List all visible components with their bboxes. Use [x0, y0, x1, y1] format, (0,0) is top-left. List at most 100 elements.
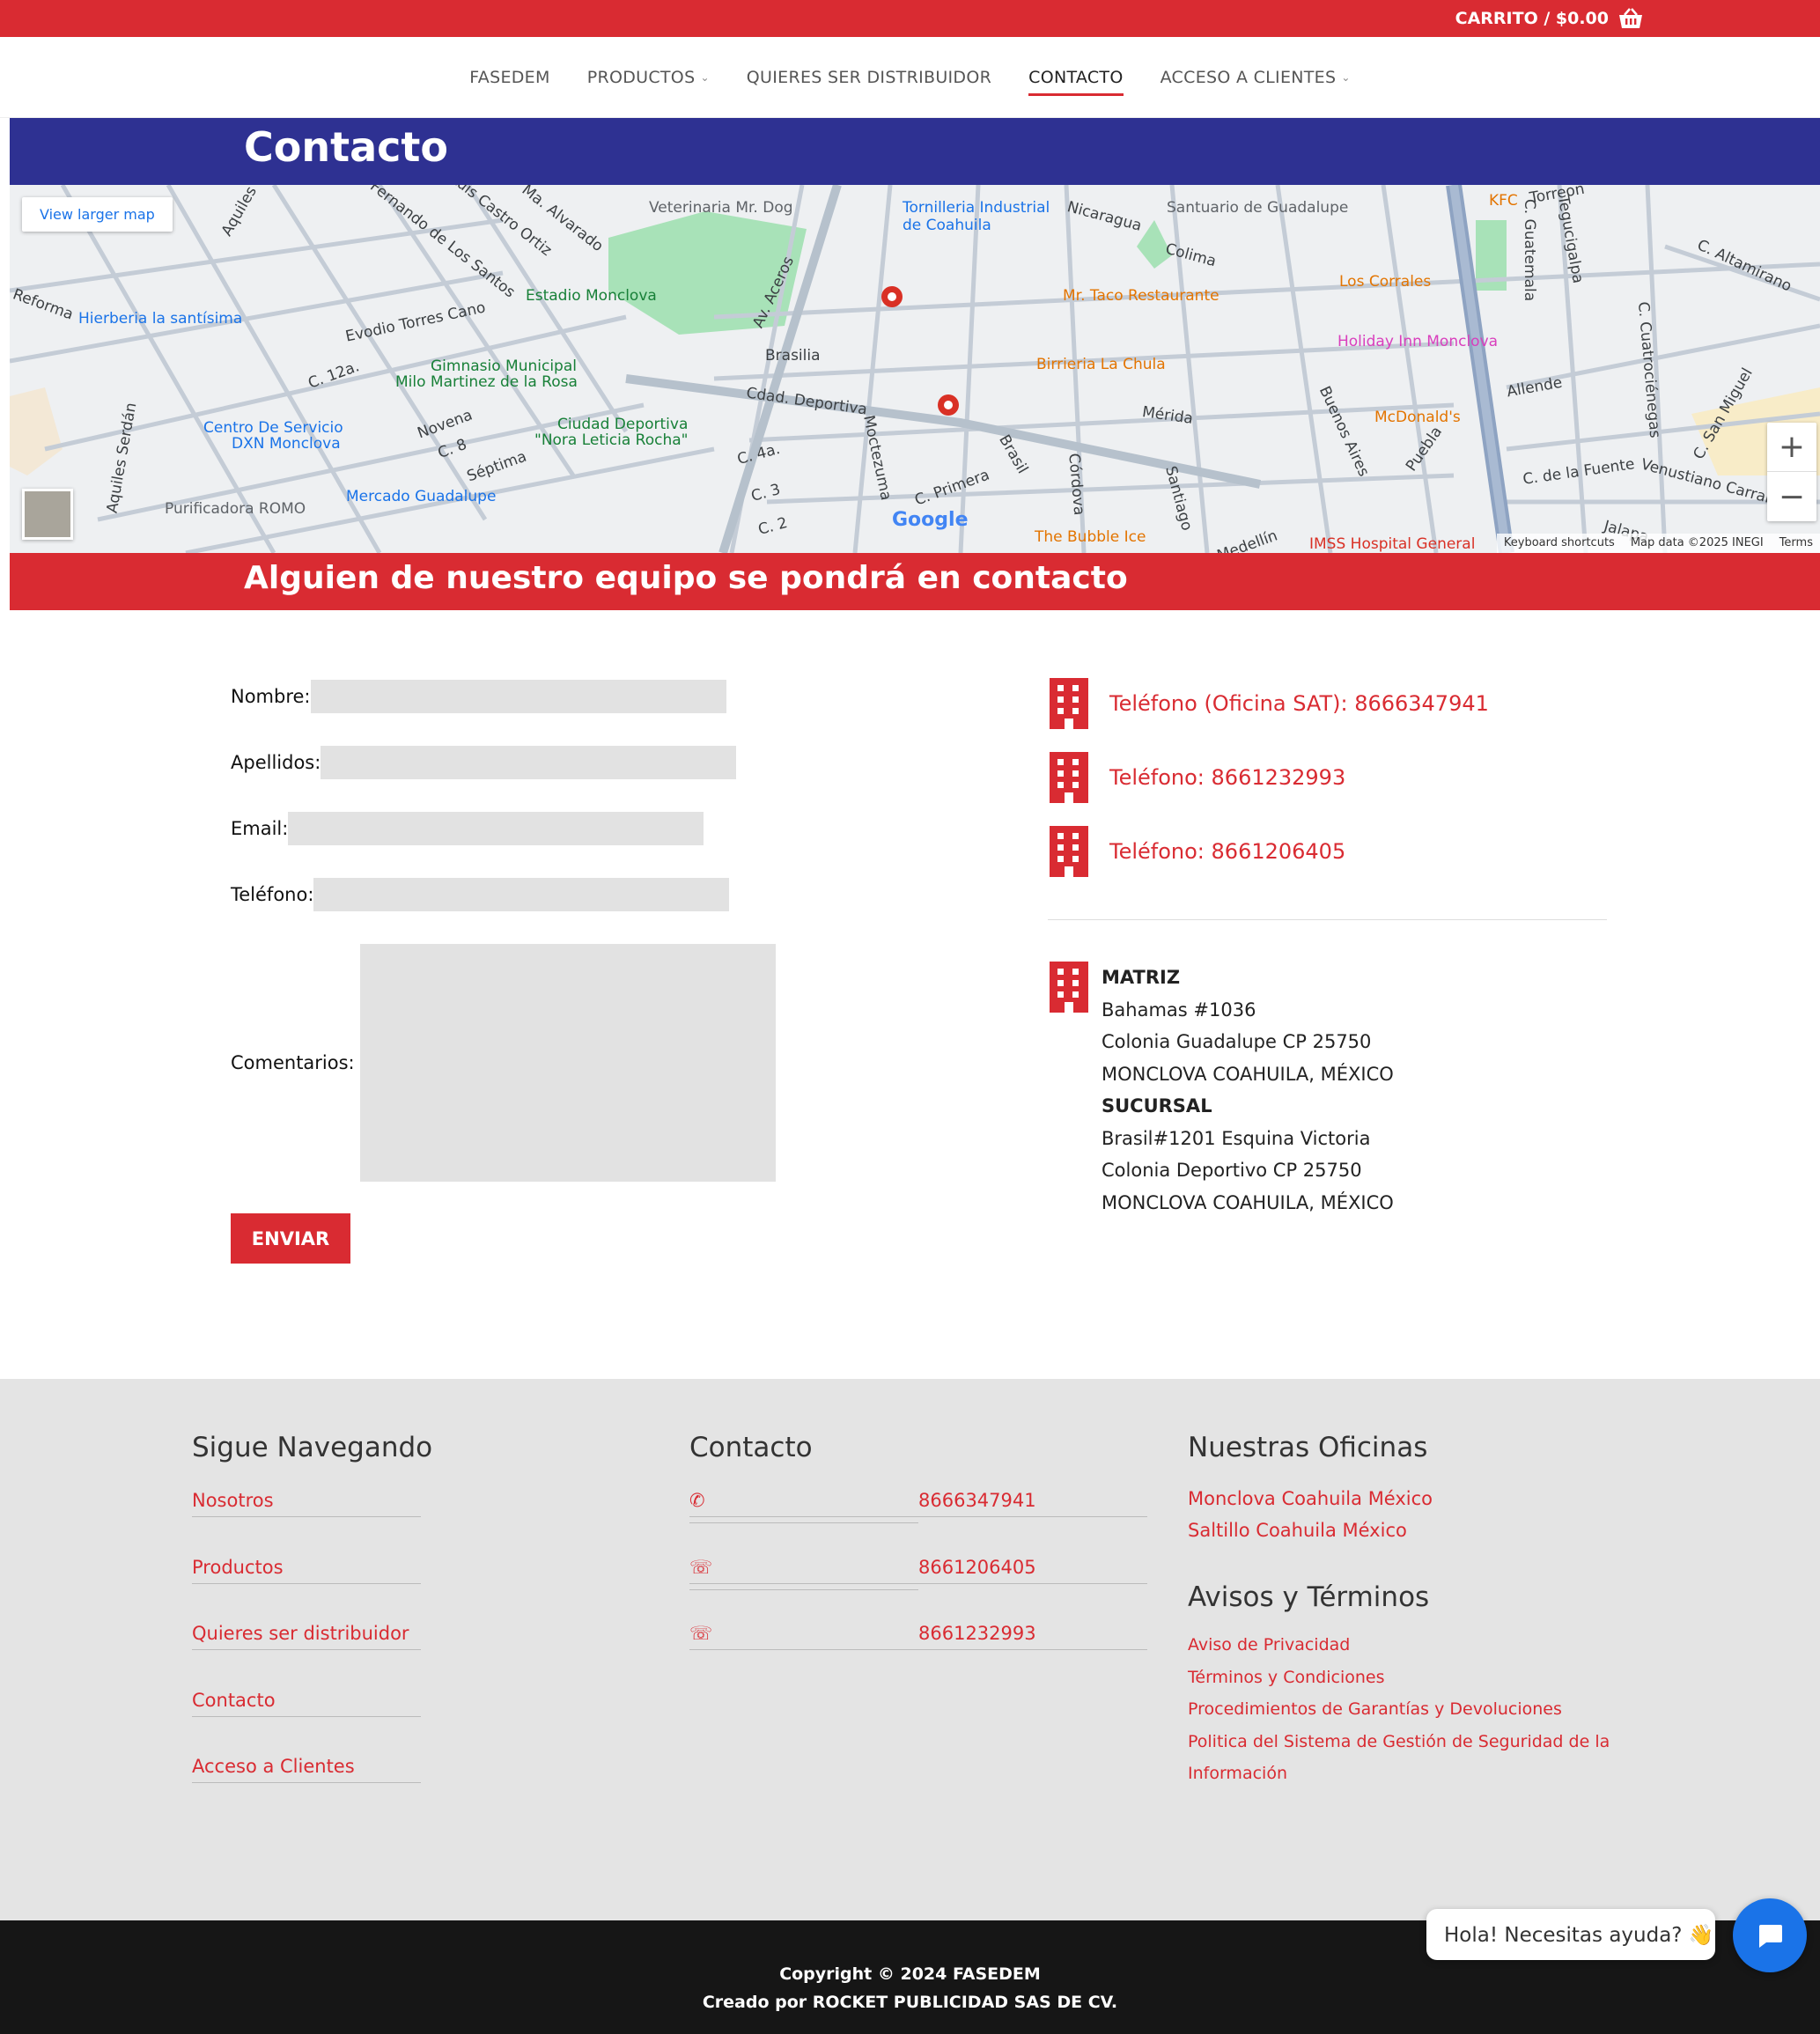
footer-legal-title: Avisos y Términos	[1188, 1581, 1430, 1613]
footer-whatsapp-link[interactable]: ☏ 8661232993	[689, 1616, 1147, 1683]
sucursal-line: Brasil#1201 Esquina Victoria	[1102, 1127, 1371, 1149]
map-place[interactable]: "Nora Leticia Rocha"	[534, 431, 688, 449]
terms-link[interactable]: Terms	[1779, 536, 1813, 550]
enviar-button[interactable]: ENVIAR	[231, 1213, 350, 1264]
satellite-toggle[interactable]	[22, 489, 73, 540]
whatsapp-icon: ☏	[689, 1623, 918, 1650]
footer-contact-column: Contacto ✆ 8666347941 ☏ 8661206405 ☏ 866…	[689, 1432, 1147, 1683]
map-attribution: Keyboard shortcuts Map data ©2025 INEGI …	[1496, 534, 1820, 553]
footer-link-productos[interactable]: Productos	[192, 1550, 421, 1617]
phone-item[interactable]: Teléfono (Oficina SAT): 8666347941	[1048, 678, 1489, 729]
cart-link[interactable]: CARRITO / $0.00	[1455, 0, 1644, 37]
phone-icon: ✆	[689, 1490, 918, 1517]
map-place[interactable]: Mercado Guadalupe	[346, 488, 496, 505]
nombre-row: Nombre:	[231, 680, 726, 713]
map-place[interactable]: Gimnasio Municipal	[431, 357, 577, 375]
zoom-out-icon[interactable]: −	[1767, 472, 1816, 521]
map-street: Brasilia	[765, 347, 821, 365]
divider	[1048, 919, 1607, 920]
contact-banner-text: Alguien de nuestro equipo se pondrá en c…	[244, 560, 1128, 596]
email-input[interactable]	[288, 812, 704, 845]
map-place[interactable]: The Bubble Ice	[1035, 528, 1146, 546]
nav-label: PRODUCTOS	[586, 68, 696, 87]
map-zoom-controls: + −	[1767, 423, 1816, 521]
top-bar: CARRITO / $0.00	[0, 0, 1820, 37]
legal-link-garantias[interactable]: Procedimientos de Garantías y Devolucion…	[1188, 1693, 1610, 1726]
nav-item-distribuidor[interactable]: QUIERES SER DISTRIBUIDOR	[747, 68, 991, 87]
basket-icon	[1619, 8, 1642, 28]
telefono-row: Teléfono:	[231, 878, 730, 911]
phone-text: Teléfono: 8661206405	[1109, 839, 1346, 864]
map-place[interactable]: Mr. Taco Restaurante	[1063, 287, 1219, 305]
telefono-input[interactable]	[313, 878, 730, 911]
apellidos-label: Apellidos:	[231, 752, 321, 773]
map-place[interactable]: Centro De Servicio	[203, 419, 343, 437]
whatsapp-icon: ☏	[689, 1557, 918, 1584]
footer-whatsapp-link[interactable]: ☏ 8661206405	[689, 1550, 1147, 1617]
office-link-saltillo[interactable]: Saltillo Coahuila México	[1188, 1514, 1610, 1546]
nav-item-fasedem[interactable]: FASEDEM	[469, 68, 549, 87]
chat-greeting-bubble[interactable]: Hola! Necesitas ayuda? 👋	[1426, 1909, 1715, 1960]
nav-item-productos[interactable]: PRODUCTOS ⌄	[587, 68, 710, 87]
nav-item-acceso-clientes[interactable]: ACCESO A CLIENTES ⌄	[1161, 68, 1351, 87]
footer-link-acceso-clientes[interactable]: Acceso a Clientes	[192, 1749, 421, 1816]
page-title: Contacto	[244, 123, 448, 171]
map-place[interactable]: Ciudad Deportiva	[557, 416, 688, 433]
map-place[interactable]: Veterinaria Mr. Dog	[649, 199, 793, 217]
legal-link-seguridad[interactable]: Politica del Sistema de Gestión de Segur…	[1188, 1726, 1610, 1758]
map-place[interactable]: Milo Martinez de la Rosa	[395, 373, 578, 391]
legal-link-privacidad[interactable]: Aviso de Privacidad	[1188, 1629, 1610, 1662]
comentarios-row: Comentarios:	[231, 944, 776, 1182]
map-place[interactable]: Holiday Inn Monclova	[1337, 333, 1498, 350]
zoom-in-icon[interactable]: +	[1767, 423, 1816, 472]
embedded-map[interactable]: View larger map Veterinaria Mr. Dog Torn…	[10, 185, 1820, 553]
footer-link-nosotros[interactable]: Nosotros	[192, 1483, 421, 1550]
nombre-label: Nombre:	[231, 686, 311, 707]
map-place[interactable]: Tornilleria Industrial	[903, 199, 1050, 217]
footer-link-contacto[interactable]: Contacto	[192, 1683, 421, 1750]
map-place[interactable]: de Coahuila	[903, 217, 991, 234]
footer: Sigue Navegando Nosotros Productos Quier…	[0, 1379, 1820, 1920]
footer-nav-column: Sigue Navegando Nosotros Productos Quier…	[192, 1432, 432, 1816]
map-place[interactable]: Birrieria La Chula	[1036, 356, 1166, 373]
footer-link-distribuidor[interactable]: Quieres ser distribuidor	[192, 1616, 421, 1683]
chat-greeting-text: Hola! Necesitas ayuda? 👋	[1444, 1923, 1714, 1947]
legal-link-terminos[interactable]: Términos y Condiciones	[1188, 1662, 1610, 1694]
phone-item[interactable]: Teléfono: 8661232993	[1048, 752, 1345, 803]
map-place[interactable]: Hierberia la santísima	[78, 310, 242, 328]
map-place[interactable]: Purificadora ROMO	[165, 500, 306, 518]
contact-banner: Alguien de nuestro equipo se pondrá en c…	[10, 553, 1820, 610]
google-logo: Google	[892, 509, 969, 531]
map-place[interactable]: Santuario de Guadalupe	[1167, 199, 1348, 217]
nombre-input[interactable]	[310, 680, 726, 713]
map-place[interactable]: McDonald's	[1374, 409, 1461, 426]
legal-link-seguridad-cont[interactable]: Información	[1188, 1758, 1610, 1790]
map-place[interactable]: IMSS Hospital General	[1309, 535, 1475, 553]
credit-text: Creado por ROCKET PUBLICIDAD SAS DE CV.	[702, 1993, 1118, 2012]
keyboard-shortcuts-link[interactable]: Keyboard shortcuts	[1504, 536, 1615, 550]
map-place[interactable]: Estadio Monclova	[526, 287, 657, 305]
map-place[interactable]: DXN Monclova	[232, 435, 341, 453]
chevron-down-icon: ⌄	[1341, 71, 1351, 84]
map-place[interactable]: Los Corrales	[1339, 273, 1431, 291]
comentarios-label: Comentarios:	[231, 1052, 355, 1073]
office-link-monclova[interactable]: Monclova Coahuila México	[1188, 1483, 1610, 1514]
map-place[interactable]: KFC	[1489, 192, 1518, 210]
telefono-label: Teléfono:	[231, 884, 314, 905]
footer-phone-link[interactable]: ✆ 8666347941	[689, 1483, 1147, 1550]
matriz-line: Bahamas #1036	[1102, 999, 1256, 1021]
chat-icon	[1759, 1925, 1782, 1948]
building-icon	[1050, 826, 1088, 877]
phone-item[interactable]: Teléfono: 8661206405	[1048, 826, 1345, 877]
copyright-text: Copyright © 2024 FASEDEM	[779, 1964, 1041, 1984]
view-larger-map-link[interactable]: View larger map	[22, 197, 173, 232]
nav-item-contacto[interactable]: CONTACTO	[1028, 68, 1124, 96]
sucursal-line: MONCLOVA COAHUILA, MÉXICO	[1102, 1191, 1394, 1213]
email-label: Email:	[231, 818, 289, 839]
phone-text: Teléfono (Oficina SAT): 8666347941	[1109, 691, 1489, 716]
apellidos-input[interactable]	[321, 746, 737, 779]
building-icon	[1050, 752, 1088, 803]
nav-label: FASEDEM	[469, 68, 550, 87]
chat-button[interactable]	[1733, 1898, 1807, 1972]
comentarios-textarea[interactable]	[359, 944, 776, 1182]
